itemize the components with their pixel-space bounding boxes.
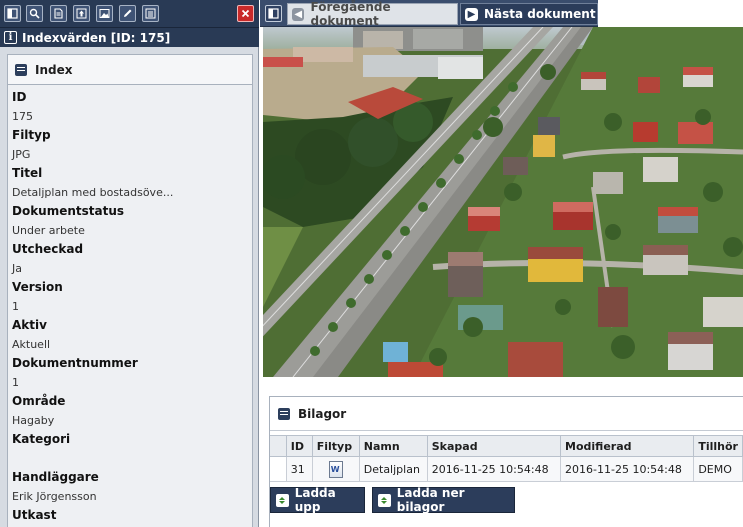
attachments-title: Bilagor — [298, 406, 347, 421]
document-icon[interactable] — [50, 5, 67, 22]
document-nav-bar: ◀ Föregående dokument ▶ Nästa dokument — [260, 0, 743, 28]
list-icon[interactable] — [142, 5, 159, 22]
image-icon[interactable] — [96, 5, 113, 22]
cell-tillhor: DEMO — [693, 456, 743, 482]
attachments-header: Bilagor — [270, 397, 743, 431]
field-value-omrade: Hagaby — [12, 414, 55, 427]
index-panel-title: Indexvärden [ID: 175] — [22, 30, 171, 45]
row-spacer — [270, 456, 287, 482]
info-icon: i — [4, 31, 17, 44]
index-box: Index ID 175 Filtyp JPG Titel Detaljplan… — [7, 54, 253, 527]
field-value-titel: Detaljplan med bostadsöve... — [12, 186, 174, 199]
field-label-aktiv: Aktiv — [12, 318, 47, 332]
window-icon[interactable] — [265, 5, 282, 22]
left-toolbar — [0, 0, 259, 28]
field-label-handlaggare: Handläggare — [12, 470, 99, 484]
field-label-kategori: Kategori — [12, 432, 71, 446]
cell-namn: Detaljplan — [358, 456, 428, 482]
field-value-handlaggare: Erik Jörgensson — [12, 490, 97, 503]
field-label-dokumentnummer: Dokumentnummer — [12, 356, 138, 370]
list-icon — [278, 407, 290, 420]
previous-document-button[interactable]: ◀ Föregående dokument — [287, 0, 458, 28]
cell-skapad: 2016-11-25 10:54:48 — [426, 456, 562, 482]
window-icon[interactable] — [4, 5, 21, 22]
field-label-omrade: Område — [12, 394, 66, 408]
upload-icon[interactable] — [73, 5, 90, 22]
index-panel-header: i Indexvärden [ID: 175] — [0, 28, 259, 47]
index-box-title: Index — [35, 62, 73, 77]
field-label-dokumentstatus: Dokumentstatus — [12, 204, 125, 218]
cell-filtyp — [311, 456, 360, 482]
field-value-utcheckad: Ja — [12, 262, 22, 275]
cell-id: 31 — [285, 456, 313, 482]
table-header-row: ID Filtyp Namn Skapad Modifierad Tillhör — [270, 435, 743, 457]
search-icon[interactable] — [26, 5, 43, 22]
column-header-skapad[interactable]: Skapad — [426, 435, 562, 457]
arrow-left-icon: ◀ — [292, 7, 305, 21]
column-header-id[interactable]: ID — [285, 435, 313, 457]
document-image[interactable] — [263, 27, 743, 377]
download-button-label: Ladda ner bilagor — [396, 486, 465, 514]
field-label-utkast: Utkast — [12, 508, 57, 522]
field-value-kategori — [12, 449, 252, 468]
index-box-header: Index — [8, 55, 252, 85]
document-viewer: ◀ Föregående dokument ▶ Nästa dokument B… — [260, 0, 743, 527]
field-value-id: 175 — [12, 110, 33, 123]
nav-bar-spacer — [598, 0, 743, 27]
index-field-list: ID 175 Filtyp JPG Titel Detaljplan med b… — [8, 85, 252, 525]
table-row[interactable]: 31 Detaljplan 2016-11-25 10:54:48 2016-1… — [270, 456, 743, 482]
table-header-spacer — [270, 435, 287, 457]
close-icon[interactable] — [237, 5, 254, 22]
column-header-filtyp[interactable]: Filtyp — [311, 435, 360, 457]
edit-icon[interactable] — [119, 5, 136, 22]
cell-modifierad: 2016-11-25 10:54:48 — [560, 456, 695, 482]
field-label-utcheckad: Utcheckad — [12, 242, 84, 256]
upload-button[interactable]: Ladda upp — [270, 486, 365, 514]
arrow-right-icon: ▶ — [465, 7, 478, 21]
field-value-aktiv: Aktuell — [12, 338, 51, 351]
field-value-dokumentnummer: 1 — [12, 376, 19, 389]
field-value-version: 1 — [12, 300, 19, 313]
field-label-id: ID — [12, 90, 27, 104]
next-document-button[interactable]: ▶ Nästa dokument — [460, 3, 598, 25]
download-attachments-button[interactable]: Ladda ner bilagor — [372, 486, 515, 514]
field-label-version: Version — [12, 280, 63, 294]
upload-button-label: Ladda upp — [294, 486, 336, 514]
column-header-tillhor[interactable]: Tillhör — [693, 435, 743, 457]
index-panel: i Indexvärden [ID: 175] Index ID 175 Fil… — [0, 0, 259, 527]
download-icon — [378, 493, 391, 507]
column-header-namn[interactable]: Namn — [358, 435, 428, 457]
aerial-photo-illustration — [263, 27, 743, 377]
field-label-titel: Titel — [12, 166, 43, 180]
field-label-filtyp: Filtyp — [12, 128, 51, 142]
upload-icon — [276, 493, 289, 507]
previous-document-label: Föregående dokument — [310, 0, 391, 28]
attachments-panel: Bilagor ID Filtyp Namn Skapad Modifierad… — [269, 396, 743, 527]
list-icon — [15, 63, 27, 76]
next-document-label: Nästa dokument — [484, 7, 596, 21]
word-file-icon — [328, 460, 343, 478]
attachments-table: ID Filtyp Namn Skapad Modifierad Tillhör… — [270, 435, 743, 482]
field-value-filtyp: JPG — [12, 148, 31, 161]
field-value-dokumentstatus: Under arbete — [12, 224, 85, 237]
column-header-modifierad[interactable]: Modifierad — [560, 435, 695, 457]
